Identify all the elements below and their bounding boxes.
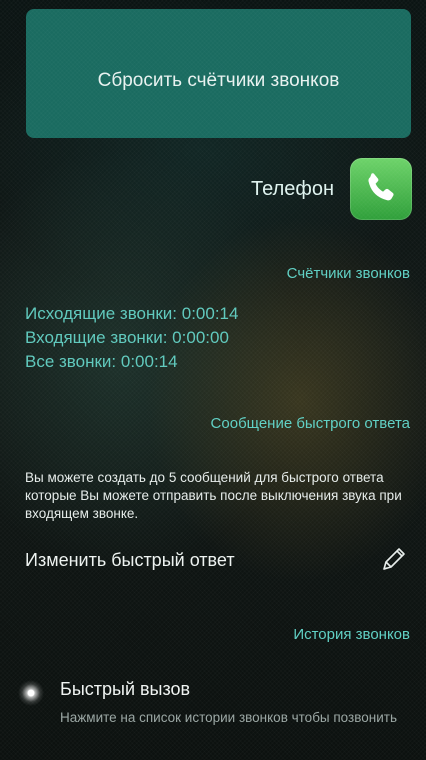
incoming-calls-counter: Входящие звонки: 0:00:00 [25, 328, 229, 347]
call-history-heading: История звонков [293, 626, 410, 643]
call-settings-screen: Сбросить счётчики звонков Телефон Счётчи… [0, 0, 426, 760]
phone-app-label: Телефон [251, 177, 334, 200]
pencil-icon[interactable] [376, 543, 410, 577]
quick-reply-heading: Сообщение быстрого ответа [210, 415, 410, 432]
all-calls-counter: Все звонки: 0:00:14 [25, 352, 178, 371]
call-counters-list: Исходящие звонки: 0:00:14 Входящие звонк… [25, 302, 238, 374]
reset-call-counters-button[interactable]: Сбросить счётчики звонков [26, 9, 411, 138]
edit-quick-reply-row[interactable]: Изменить быстрый ответ [25, 543, 410, 577]
speed-dial-subtitle: Нажмите на список истории звонков чтобы … [60, 710, 397, 725]
phone-app-header: Телефон [251, 158, 412, 220]
call-counters-heading: Счётчики звонков [286, 265, 410, 282]
outgoing-calls-counter: Исходящие звонки: 0:00:14 [25, 304, 239, 323]
phone-icon [350, 158, 412, 220]
toggle-glow-icon[interactable] [18, 680, 44, 706]
speed-dial-title: Быстрый вызов [60, 679, 191, 699]
edit-quick-reply-label: Изменить быстрый ответ [25, 549, 235, 570]
quick-reply-description: Вы можете создать до 5 сообщений для быс… [25, 470, 402, 521]
